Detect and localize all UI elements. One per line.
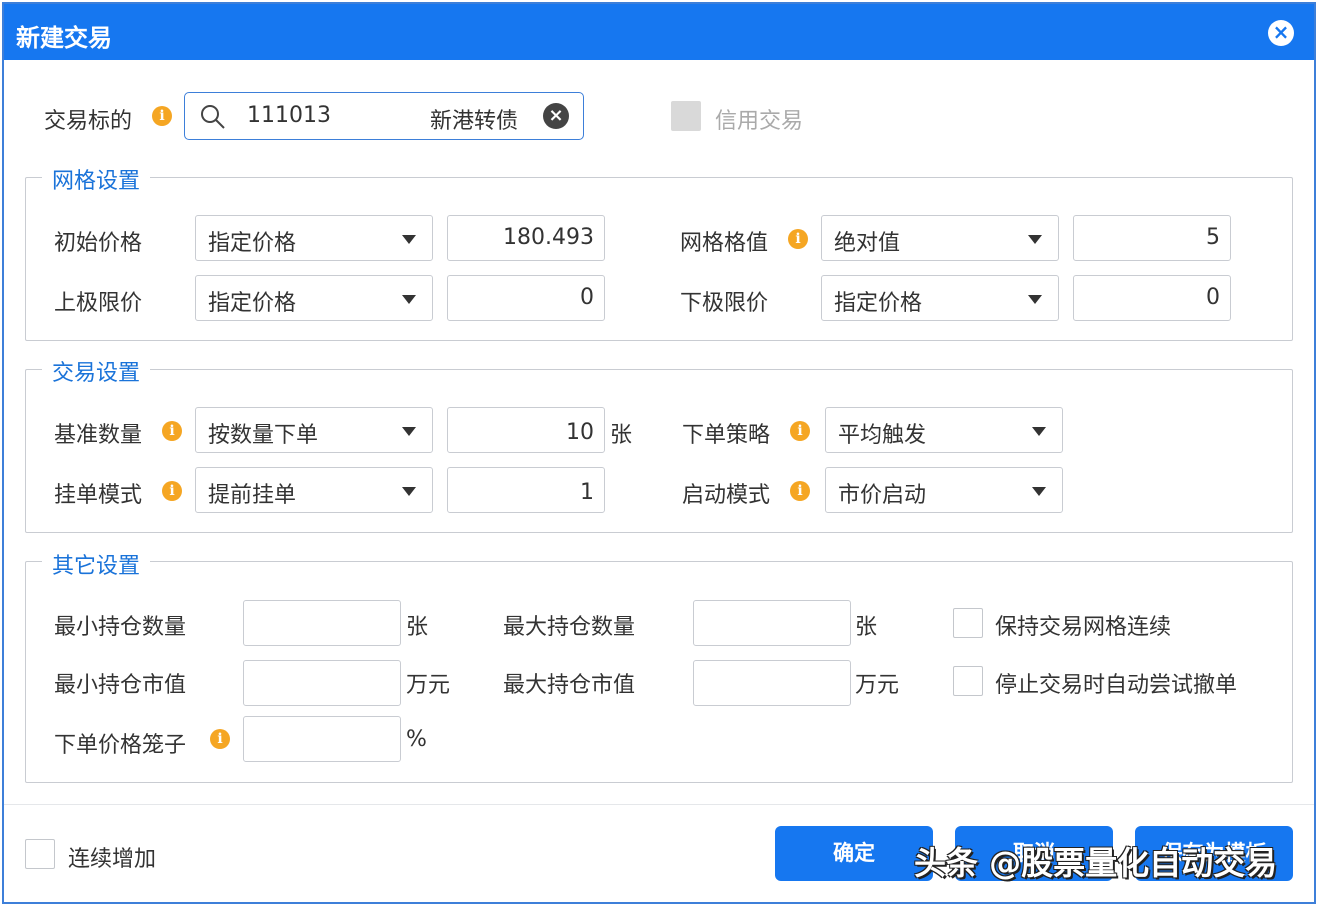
strategy-label: 下单策略 [682,417,770,449]
continuous-add-checkbox[interactable] [25,839,55,869]
chevron-down-icon [1028,235,1042,244]
other-settings-title: 其它设置 [42,548,150,580]
target-code: 111013 [247,103,331,128]
chevron-down-icon [402,487,416,496]
max-qty-input[interactable] [693,600,851,646]
strategy-mode: 平均触发 [838,423,926,448]
order-mode-input[interactable]: 1 [447,467,605,513]
grid-value-mode: 绝对值 [834,231,900,256]
chevron-down-icon [402,235,416,244]
price-cage-unit: % [406,727,427,752]
max-qty-label: 最大持仓数量 [503,609,635,641]
order-mode-label: 挂单模式 [54,477,142,509]
min-value-label: 最小持仓市值 [54,667,186,699]
upper-limit-mode: 指定价格 [208,291,296,316]
strategy-select[interactable]: 平均触发 [825,407,1063,453]
base-qty-mode: 按数量下单 [208,423,318,448]
trade-settings-title: 交易设置 [42,355,150,387]
keep-grid-checkbox[interactable] [953,608,983,638]
init-price-mode: 指定价格 [208,231,296,256]
clear-icon[interactable]: × [543,103,569,129]
start-mode-select[interactable]: 市价启动 [825,467,1063,513]
price-cage-label: 下单价格笼子 [54,727,186,759]
info-icon: i [162,421,182,441]
chevron-down-icon [402,427,416,436]
base-qty-unit: 张 [610,417,632,449]
chevron-down-icon [402,295,416,304]
target-search-input[interactable]: 111013 新港转债 × [184,92,584,140]
price-cage-input[interactable] [243,716,401,762]
lower-limit-label: 下极限价 [680,285,768,317]
base-qty-label: 基准数量 [54,417,142,449]
info-icon: i [210,729,230,749]
target-label: 交易标的 [44,103,132,135]
grid-value-input[interactable]: 5 [1073,215,1231,261]
ok-button[interactable]: 确定 [775,826,933,881]
credit-trade-label: 信用交易 [715,103,803,135]
lower-limit-mode-select[interactable]: 指定价格 [821,275,1059,321]
close-icon[interactable]: × [1268,20,1294,46]
upper-limit-input[interactable]: 0 [447,275,605,321]
chevron-down-icon [1028,295,1042,304]
min-value-input[interactable] [243,660,401,706]
min-qty-label: 最小持仓数量 [54,609,186,641]
grid-settings-title: 网格设置 [42,163,150,195]
init-price-label: 初始价格 [54,225,142,257]
upper-limit-mode-select[interactable]: 指定价格 [195,275,433,321]
order-mode-mode: 提前挂单 [208,483,296,508]
min-qty-unit: 张 [406,609,428,641]
grid-value-mode-select[interactable]: 绝对值 [821,215,1059,261]
chevron-down-icon [1032,487,1046,496]
max-value-label: 最大持仓市值 [503,667,635,699]
target-name: 新港转债 [430,103,518,135]
info-icon: i [790,481,810,501]
keep-grid-label: 保持交易网格连续 [995,609,1171,641]
init-price-mode-select[interactable]: 指定价格 [195,215,433,261]
info-icon: i [152,106,172,126]
info-icon: i [788,229,808,249]
search-icon [199,103,227,131]
chevron-down-icon [1032,427,1046,436]
info-icon: i [162,481,182,501]
init-price-input[interactable]: 180.493 [447,215,605,261]
watermark: 头条 @股票量化自动交易 [914,838,1277,884]
auto-cancel-label: 停止交易时自动尝试撤单 [995,667,1237,699]
credit-trade-checkbox[interactable] [671,101,701,131]
upper-limit-label: 上极限价 [54,285,142,317]
order-mode-select[interactable]: 提前挂单 [195,467,433,513]
start-mode-mode: 市价启动 [838,483,926,508]
min-qty-input[interactable] [243,600,401,646]
dialog-title: 新建交易 [4,4,1314,60]
lower-limit-input[interactable]: 0 [1073,275,1231,321]
max-value-input[interactable] [693,660,851,706]
min-value-unit: 万元 [406,667,450,699]
lower-limit-mode: 指定价格 [834,291,922,316]
info-icon: i [790,421,810,441]
auto-cancel-checkbox[interactable] [953,666,983,696]
base-qty-mode-select[interactable]: 按数量下单 [195,407,433,453]
max-qty-unit: 张 [855,609,877,641]
grid-value-label: 网格格值 [680,225,768,257]
base-qty-input[interactable]: 10 [447,407,605,453]
max-value-unit: 万元 [855,667,899,699]
footer-divider [4,804,1314,805]
continuous-add-label: 连续增加 [68,841,156,873]
start-mode-label: 启动模式 [682,477,770,509]
